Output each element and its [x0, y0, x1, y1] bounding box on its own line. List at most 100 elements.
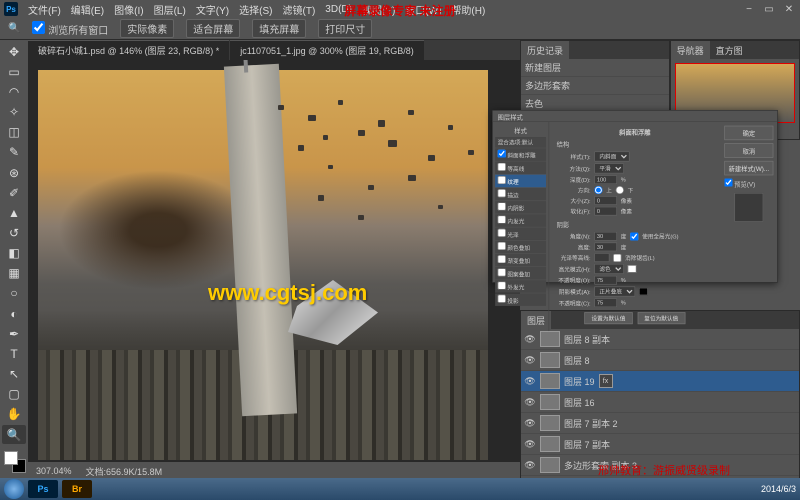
fit-screen-button[interactable]: 适合屏幕 — [186, 19, 240, 38]
depth-input[interactable] — [594, 175, 617, 184]
shadow-opacity-input[interactable] — [594, 298, 617, 307]
layer-thumb[interactable] — [540, 373, 560, 389]
gradient-tool[interactable]: ▦ — [2, 264, 26, 283]
dir-up-radio[interactable] — [594, 186, 602, 194]
highlight-mode-select[interactable]: 滤色 — [594, 264, 624, 274]
move-tool[interactable]: ✥ — [2, 42, 26, 61]
actual-pixels-button[interactable]: 实际像素 — [120, 19, 174, 38]
crop-tool[interactable]: ◫ — [2, 123, 26, 142]
color-swatches[interactable] — [2, 449, 26, 478]
marquee-tool[interactable]: ▭ — [2, 62, 26, 81]
hand-tool[interactable]: ✋ — [2, 405, 26, 424]
global-light-checkbox[interactable] — [630, 232, 638, 240]
menu-file[interactable]: 文件(F) — [28, 2, 61, 17]
layer-thumb[interactable] — [540, 415, 560, 431]
dialog-title[interactable]: 图层样式 — [493, 111, 777, 122]
highlight-opacity-input[interactable] — [594, 276, 617, 285]
taskbar-ps-icon[interactable]: Ps — [28, 480, 58, 498]
style-opt-stroke[interactable]: 描边 — [495, 188, 546, 201]
layer-thumb[interactable] — [540, 457, 560, 473]
menu-filter[interactable]: 滤镜(T) — [283, 2, 316, 17]
type-tool[interactable]: T — [2, 344, 26, 363]
set-default-button[interactable]: 设置为默认值 — [585, 312, 633, 324]
style-opt-outer-glow[interactable]: 外发光 — [495, 280, 546, 293]
fg-color-swatch[interactable] — [4, 451, 18, 465]
wand-tool[interactable]: ✧ — [2, 102, 26, 121]
doc-tab-1[interactable]: 破碎石小城1.psd @ 146% (图层 23, RGB/8) * — [28, 40, 229, 60]
brush-tool[interactable]: ✐ — [2, 183, 26, 202]
close-icon[interactable]: ✕ — [782, 4, 796, 15]
doc-tab-2[interactable]: jc1107051_1.jpg @ 300% (图层 19, RGB/8) — [230, 40, 424, 60]
shadow-mode-select[interactable]: 正片叠底 — [594, 286, 635, 296]
print-size-button[interactable]: 打印尺寸 — [318, 19, 372, 38]
zoom-level[interactable]: 307.04% — [36, 466, 72, 476]
dir-down-radio[interactable] — [616, 186, 624, 194]
shape-tool[interactable]: ▢ — [2, 385, 26, 404]
visibility-icon[interactable]: 👁 — [524, 355, 536, 366]
path-tool[interactable]: ↖ — [2, 365, 26, 384]
visibility-icon[interactable]: 👁 — [524, 439, 536, 450]
blend-options[interactable]: 混合选项:默认 — [495, 137, 546, 148]
style-select[interactable]: 内斜面 — [594, 151, 629, 161]
visibility-icon[interactable]: 👁 — [524, 334, 536, 345]
eyedropper-tool[interactable]: ✎ — [2, 143, 26, 162]
new-style-button[interactable]: 新建样式(W)... — [724, 161, 773, 175]
preview-checkbox[interactable]: 预览(V) — [724, 178, 773, 188]
start-button[interactable] — [4, 479, 24, 499]
style-opt-inner-shadow[interactable]: 内阴影 — [495, 201, 546, 214]
menu-edit[interactable]: 编辑(E) — [71, 2, 104, 17]
style-opt-texture[interactable]: 纹理 — [495, 175, 546, 188]
fill-screen-button[interactable]: 填充屏幕 — [252, 19, 306, 38]
heal-tool[interactable]: ⊛ — [2, 163, 26, 182]
style-opt-satin[interactable]: 光泽 — [495, 227, 546, 240]
layer-thumb[interactable] — [540, 352, 560, 368]
menu-image[interactable]: 图像(I) — [114, 2, 143, 17]
style-opt-drop-shadow[interactable]: 投影 — [495, 293, 546, 306]
style-opt-color-overlay[interactable]: 颜色叠加 — [495, 241, 546, 254]
style-opt-bevel[interactable]: 斜面和浮雕 — [495, 148, 546, 161]
layer-thumb[interactable] — [540, 436, 560, 452]
visibility-icon[interactable]: 👁 — [524, 397, 536, 408]
ok-button[interactable]: 确定 — [724, 126, 773, 140]
fx-badge[interactable]: fx — [599, 374, 613, 388]
menu-layer[interactable]: 图层(L) — [154, 2, 186, 17]
gloss-contour-swatch[interactable] — [594, 253, 609, 262]
visibility-icon[interactable]: 👁 — [524, 418, 536, 429]
history-brush-tool[interactable]: ↺ — [2, 223, 26, 242]
blur-tool[interactable]: ○ — [2, 284, 26, 303]
visibility-icon[interactable]: 👁 — [524, 460, 536, 471]
antialias-checkbox[interactable] — [613, 253, 621, 261]
stamp-tool[interactable]: ▲ — [2, 203, 26, 222]
layer-thumb[interactable] — [540, 394, 560, 410]
method-select[interactable]: 平滑 — [594, 163, 624, 173]
navigator-tab[interactable]: 导航器 — [671, 41, 710, 59]
canvas-viewport[interactable]: www.cgtsj.com — [28, 60, 520, 462]
style-opt-pattern-overlay[interactable]: 图案叠加 — [495, 267, 546, 280]
style-opt-gradient-overlay[interactable]: 渐变叠加 — [495, 254, 546, 267]
highlight-color-swatch[interactable] — [628, 265, 637, 273]
minimize-icon[interactable]: − — [742, 4, 756, 15]
taskbar-br-icon[interactable]: Br — [62, 480, 92, 498]
pen-tool[interactable]: ✒ — [2, 324, 26, 343]
reset-default-button[interactable]: 复位为默认值 — [637, 312, 685, 324]
layers-list[interactable]: 👁图层 8 副本 👁图层 8 👁图层 19fx 👁图层 16 👁图层 7 副本 … — [521, 329, 799, 479]
lasso-tool[interactable]: ◠ — [2, 82, 26, 101]
soften-input[interactable] — [594, 207, 617, 216]
altitude-input[interactable] — [594, 243, 617, 252]
menu-type[interactable]: 文字(Y) — [196, 2, 229, 17]
cancel-button[interactable]: 取消 — [724, 143, 773, 157]
menu-select[interactable]: 选择(S) — [239, 2, 272, 17]
style-opt-inner-glow[interactable]: 内发光 — [495, 214, 546, 227]
zoom-tool[interactable]: 🔍 — [2, 425, 26, 444]
eraser-tool[interactable]: ◧ — [2, 244, 26, 263]
layer-thumb[interactable] — [540, 331, 560, 347]
menu-help[interactable]: 帮助(H) — [451, 2, 485, 17]
visibility-icon[interactable]: 👁 — [524, 376, 536, 387]
dodge-tool[interactable]: ◐ — [2, 304, 26, 323]
size-input[interactable] — [594, 196, 617, 205]
histogram-tab[interactable]: 直方图 — [710, 41, 749, 59]
angle-input[interactable] — [594, 232, 617, 241]
shadow-color-swatch[interactable] — [639, 288, 648, 296]
maximize-icon[interactable]: ▭ — [762, 4, 776, 15]
scroll-all-checkbox[interactable]: 浏览所有窗口 — [32, 21, 108, 37]
